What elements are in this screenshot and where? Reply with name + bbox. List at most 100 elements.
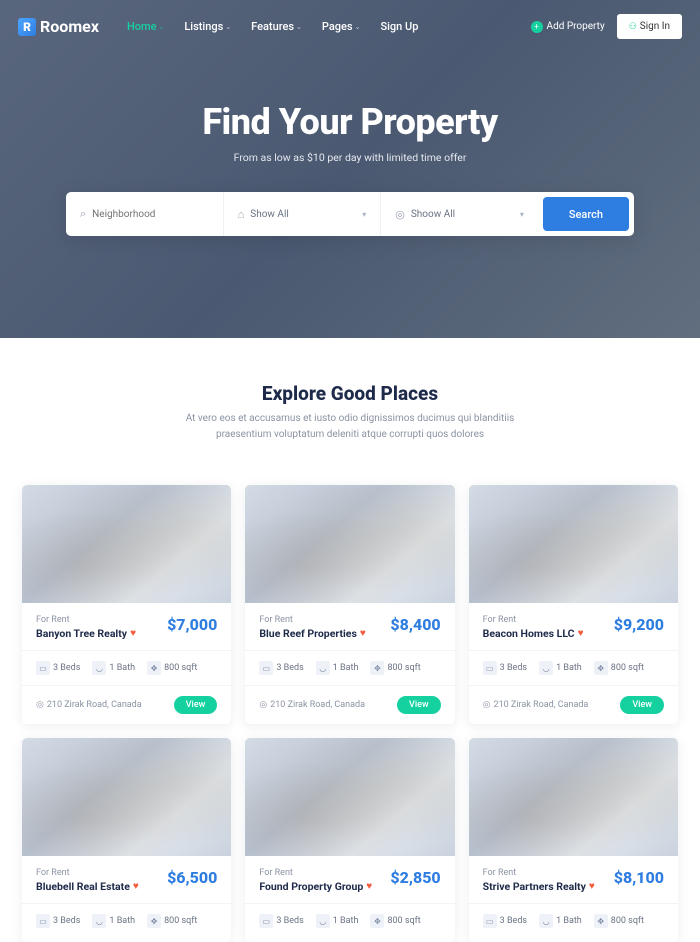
listing-tag: For Rent <box>483 615 584 625</box>
listing-card[interactable]: For Rent Strive Partners Realty ♥ $8,100… <box>469 738 678 942</box>
nav-links: Home⌄Listings⌄Features⌄Pages⌄Sign Up <box>127 20 418 33</box>
feat-bath: ◡1 Bath <box>92 914 135 928</box>
listing-features: ▭3 Beds ◡1 Bath ✥800 sqft <box>22 650 231 685</box>
listing-header: For Rent Blue Reef Properties ♥ $8,400 <box>259 615 440 640</box>
listing-body: For Rent Strive Partners Realty ♥ $8,100 <box>469 856 678 903</box>
listing-card[interactable]: For Rent Bluebell Real Estate ♥ $6,500 ▭… <box>22 738 231 942</box>
listing-location: ◎210 Zirak Road, Canada <box>259 700 365 710</box>
chevron-down-icon: ⌄ <box>158 23 164 31</box>
listing-name: Bluebell Real Estate ♥ <box>36 880 139 893</box>
brand-name: Roomex <box>40 17 99 36</box>
move-icon: ✥ <box>594 914 608 928</box>
listing-card[interactable]: For Rent Banyon Tree Realty ♥ $7,000 ▭3 … <box>22 485 231 724</box>
listing-name: Strive Partners Realty ♥ <box>483 880 595 893</box>
listing-image <box>22 485 231 603</box>
listing-card[interactable]: For Rent Beacon Homes LLC ♥ $9,200 ▭3 Be… <box>469 485 678 724</box>
search-location-select[interactable]: ◎ Shoow All ▾ <box>381 192 538 236</box>
sign-in-label: Sign In <box>640 21 670 32</box>
listing-card[interactable]: For Rent Found Property Group ♥ $2,850 ▭… <box>245 738 454 942</box>
sign-in-button[interactable]: ⚇ Sign In <box>617 14 682 39</box>
verified-icon: ♥ <box>133 881 139 892</box>
search-button[interactable]: Search <box>543 197 629 231</box>
chevron-down-icon: ⌄ <box>355 23 361 31</box>
listing-price: $9,200 <box>614 615 664 634</box>
listing-tag: For Rent <box>259 868 372 878</box>
listing-header: For Rent Strive Partners Realty ♥ $8,100 <box>483 868 664 893</box>
feat-beds: ▭3 Beds <box>259 661 303 675</box>
move-icon: ✥ <box>370 661 384 675</box>
bed-icon: ▭ <box>36 914 50 928</box>
bath-icon: ◡ <box>539 661 553 675</box>
listing-location: ◎210 Zirak Road, Canada <box>36 700 142 710</box>
search-input[interactable] <box>92 209 208 220</box>
nav-link-label: Listings <box>184 20 223 33</box>
feat-bath: ◡1 Bath <box>316 661 359 675</box>
search-neighborhood-cell[interactable]: ⌕ <box>66 192 224 236</box>
nav-link-home[interactable]: Home⌄ <box>127 20 164 33</box>
listing-tag: For Rent <box>483 868 595 878</box>
listing-footer: ◎210 Zirak Road, Canada View <box>22 685 231 724</box>
listing-name: Found Property Group ♥ <box>259 880 372 893</box>
feat-sqft: ✥800 sqft <box>147 914 197 928</box>
hero-subtitle: From as low as $10 per day with limited … <box>0 151 700 164</box>
listing-tag: For Rent <box>36 868 139 878</box>
brand-logo[interactable]: R Roomex <box>18 17 99 36</box>
listing-features: ▭3 Beds ◡1 Bath ✥800 sqft <box>245 903 454 942</box>
user-icon: ⚇ <box>629 22 637 32</box>
feat-beds: ▭3 Beds <box>36 914 80 928</box>
location-icon: ◎ <box>395 208 405 221</box>
listing-image <box>469 485 678 603</box>
feat-beds: ▭3 Beds <box>36 661 80 675</box>
feat-sqft: ✥800 sqft <box>370 661 420 675</box>
nav-right: + Add Property ⚇ Sign In <box>531 14 682 39</box>
nav-link-label: Home <box>127 20 157 33</box>
listing-image <box>469 738 678 856</box>
bed-icon: ▭ <box>259 914 273 928</box>
plus-icon: + <box>531 21 543 33</box>
hero-content: Find Your Property From as low as $10 pe… <box>0 53 700 236</box>
nav-link-pages[interactable]: Pages⌄ <box>322 20 361 33</box>
feat-bath: ◡1 Bath <box>316 914 359 928</box>
feat-bath: ◡1 Bath <box>92 661 135 675</box>
nav-link-features[interactable]: Features⌄ <box>251 20 302 33</box>
verified-icon: ♥ <box>589 881 595 892</box>
search-ptype-select[interactable]: ⌂ Show All ▾ <box>224 192 382 236</box>
listings-grid: For Rent Banyon Tree Realty ♥ $7,000 ▭3 … <box>0 463 700 942</box>
listing-price: $2,850 <box>390 868 440 887</box>
listing-footer: ◎210 Zirak Road, Canada View <box>469 685 678 724</box>
explore-section: Explore Good Places At vero eos et accus… <box>0 338 700 463</box>
view-button[interactable]: View <box>397 696 441 714</box>
nav-link-sign-up[interactable]: Sign Up <box>380 20 418 33</box>
bath-icon: ◡ <box>539 914 553 928</box>
nav-link-listings[interactable]: Listings⌄ <box>184 20 231 33</box>
pin-icon: ◎ <box>483 700 491 710</box>
pin-icon: ◎ <box>36 700 44 710</box>
verified-icon: ♥ <box>130 628 136 639</box>
bath-icon: ◡ <box>92 661 106 675</box>
bath-icon: ◡ <box>92 914 106 928</box>
move-icon: ✥ <box>147 914 161 928</box>
view-button[interactable]: View <box>174 696 218 714</box>
listing-footer: ◎210 Zirak Road, Canada View <box>245 685 454 724</box>
feat-sqft: ✥800 sqft <box>147 661 197 675</box>
section-title: Explore Good Places <box>20 382 680 405</box>
listing-body: For Rent Beacon Homes LLC ♥ $9,200 <box>469 603 678 650</box>
location-value: Shoow All <box>411 209 455 220</box>
verified-icon: ♥ <box>578 628 584 639</box>
listing-features: ▭3 Beds ◡1 Bath ✥800 sqft <box>22 903 231 942</box>
view-button[interactable]: View <box>620 696 664 714</box>
listing-price: $7,000 <box>167 615 217 634</box>
move-icon: ✥ <box>594 661 608 675</box>
listing-image <box>22 738 231 856</box>
listing-features: ▭3 Beds ◡1 Bath ✥800 sqft <box>469 650 678 685</box>
move-icon: ✥ <box>370 914 384 928</box>
section-subtitle: At vero eos et accusamus et iusto odio d… <box>160 411 540 443</box>
listing-price: $6,500 <box>167 868 217 887</box>
verified-icon: ♥ <box>366 881 372 892</box>
feat-beds: ▭3 Beds <box>483 661 527 675</box>
add-property-link[interactable]: + Add Property <box>531 21 605 33</box>
feat-sqft: ✥800 sqft <box>594 914 644 928</box>
chevron-down-icon: ▾ <box>520 210 524 219</box>
listing-card[interactable]: For Rent Blue Reef Properties ♥ $8,400 ▭… <box>245 485 454 724</box>
bath-icon: ◡ <box>316 914 330 928</box>
